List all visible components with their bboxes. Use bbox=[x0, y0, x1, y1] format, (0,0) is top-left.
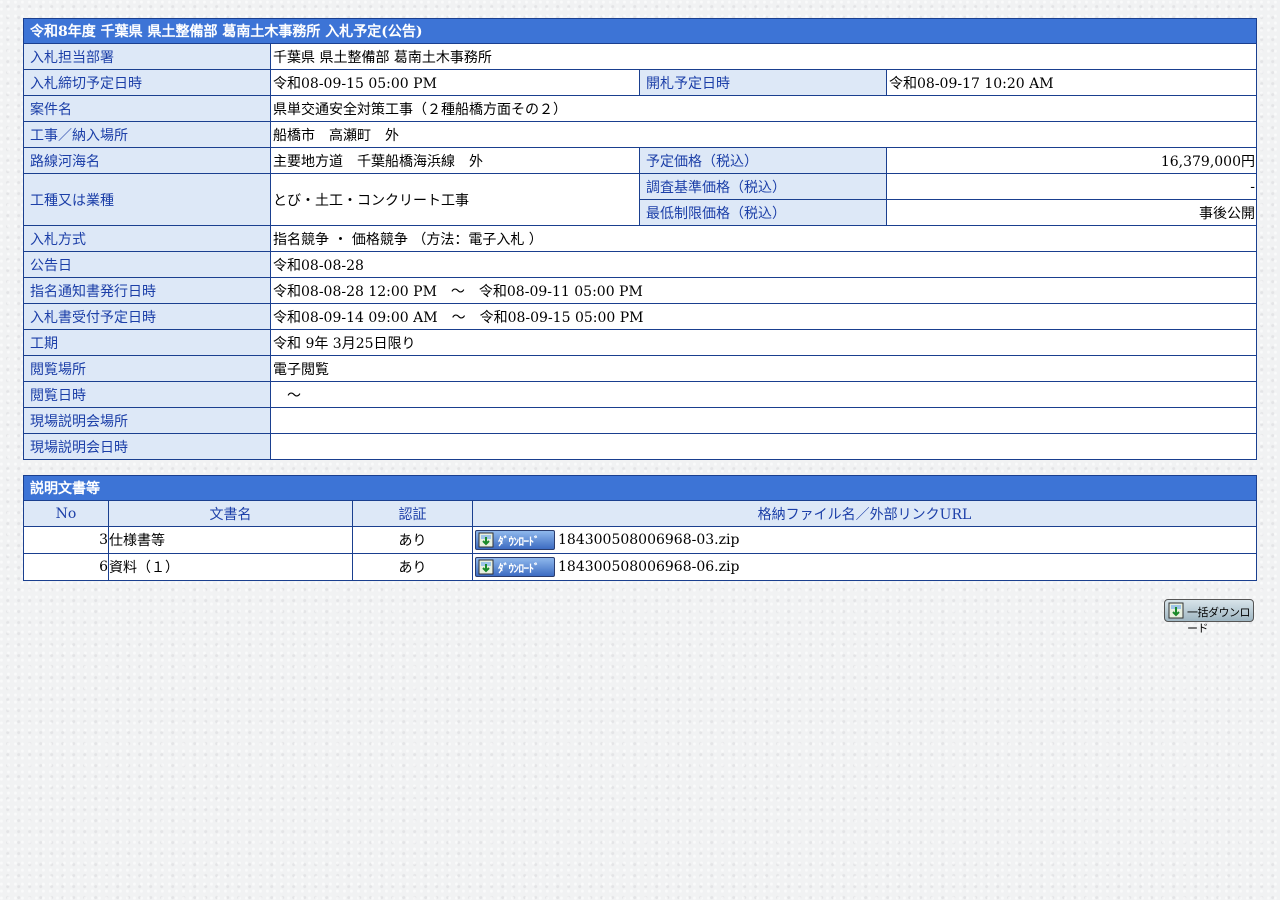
download-icon bbox=[478, 559, 494, 575]
doc-no: 3 bbox=[23, 526, 109, 554]
doc-file-name: 184300508006968-06.zip bbox=[558, 559, 740, 575]
location-value: 船橋市 高瀬町 外 bbox=[270, 121, 1257, 148]
project-name-value: 県単交通安全対策工事（２種船橋方面その２） bbox=[270, 95, 1257, 122]
download-button[interactable]: ﾀﾞｳﾝﾛｰﾄﾞ bbox=[475, 530, 555, 550]
doc-auth: あり bbox=[352, 526, 473, 554]
col-header-auth: 認証 bbox=[352, 500, 473, 527]
bid-method-label: 入札方式 bbox=[23, 225, 271, 252]
doc-file-cell: ﾀﾞｳﾝﾛｰﾄﾞ 184300508006968-06.zip bbox=[472, 553, 1257, 581]
construction-period-value: 令和 9年 3月25日限り bbox=[270, 329, 1257, 356]
table-row: 3 仕様書等 あり ﾀﾞｳﾝﾛｰﾄﾞ 184300508006968-03.zi… bbox=[23, 526, 1257, 554]
doc-auth: あり bbox=[352, 553, 473, 581]
download-icon bbox=[478, 532, 494, 548]
doc-name: 資料（１） bbox=[108, 553, 353, 581]
documents-title: 説明文書等 bbox=[23, 475, 1257, 501]
deadline-label: 入札締切予定日時 bbox=[23, 69, 271, 96]
designation-period-value: 令和08-08-28 12:00 PM ～ 令和08-09-11 05:00 P… bbox=[270, 277, 1257, 304]
work-type-value: とび・土工・コンクリート工事 bbox=[270, 173, 640, 226]
col-header-name: 文書名 bbox=[108, 500, 353, 527]
department-value: 千葉県 県土整備部 葛南土木事務所 bbox=[270, 43, 1257, 70]
viewing-place-value: 電子閲覧 bbox=[270, 355, 1257, 382]
doc-file-name: 184300508006968-03.zip bbox=[558, 532, 740, 548]
estimated-price-value: 16,379,000円 bbox=[886, 147, 1257, 174]
min-price-label: 最低制限価格（税込） bbox=[639, 199, 887, 226]
doc-name: 仕様書等 bbox=[108, 526, 353, 554]
designation-period-label: 指名通知書発行日時 bbox=[23, 277, 271, 304]
survey-price-value: - bbox=[886, 173, 1257, 200]
viewing-place-label: 閲覧場所 bbox=[23, 355, 271, 382]
notice-title: 令和8年度 千葉県 県土整備部 葛南土木事務所 入札予定(公告) bbox=[23, 18, 1257, 44]
briefing-place-label: 現場説明会場所 bbox=[23, 407, 271, 434]
project-name-label: 案件名 bbox=[23, 95, 271, 122]
opening-value: 令和08-09-17 10:20 AM bbox=[886, 69, 1257, 96]
deadline-value: 令和08-09-15 05:00 PM bbox=[270, 69, 640, 96]
survey-price-label: 調査基準価格（税込） bbox=[639, 173, 887, 200]
col-header-file: 格納ファイル名／外部リンクURL bbox=[472, 500, 1257, 527]
col-header-no: No bbox=[23, 500, 109, 527]
announce-date-label: 公告日 bbox=[23, 251, 271, 278]
download-icon bbox=[1168, 602, 1184, 619]
min-price-value: 事後公開 bbox=[886, 199, 1257, 226]
table-row: 6 資料（１） あり ﾀﾞｳﾝﾛｰﾄﾞ 184300508006968-06.z… bbox=[23, 553, 1257, 581]
bulk-download-button[interactable]: 一括ダウンロード bbox=[1164, 599, 1254, 635]
viewing-datetime-label: 閲覧日時 bbox=[23, 381, 271, 408]
department-label: 入札担当部署 bbox=[23, 43, 271, 70]
construction-period-label: 工期 bbox=[23, 329, 271, 356]
estimated-price-label: 予定価格（税込） bbox=[639, 147, 887, 174]
download-button[interactable]: ﾀﾞｳﾝﾛｰﾄﾞ bbox=[475, 557, 555, 577]
announce-date-value: 令和08-08-28 bbox=[270, 251, 1257, 278]
viewing-datetime-value: ～ bbox=[270, 381, 1257, 408]
route-label: 路線河海名 bbox=[23, 147, 271, 174]
route-value: 主要地方道 千葉船橋海浜線 外 bbox=[270, 147, 640, 174]
download-label: ﾀﾞｳﾝﾛｰﾄﾞ bbox=[498, 562, 540, 575]
receipt-period-label: 入札書受付予定日時 bbox=[23, 303, 271, 330]
documents-table: 説明文書等 No 文書名 認証 格納ファイル名／外部リンクURL 3 仕様書等 … bbox=[23, 475, 1257, 581]
opening-label: 開札予定日時 bbox=[639, 69, 887, 96]
bid-method-value: 指名競争 ・ 価格競争 （方法：電子入札 ） bbox=[270, 225, 1257, 252]
doc-no: 6 bbox=[23, 553, 109, 581]
bulk-download-label: 一括ダウンロード bbox=[1187, 606, 1251, 635]
work-type-label: 工種又は業種 bbox=[23, 173, 271, 226]
receipt-period-value: 令和08-09-14 09:00 AM ～ 令和08-09-15 05:00 P… bbox=[270, 303, 1257, 330]
briefing-datetime-label: 現場説明会日時 bbox=[23, 433, 271, 460]
notice-table: 令和8年度 千葉県 県土整備部 葛南土木事務所 入札予定(公告) 入札担当部署 … bbox=[23, 18, 1257, 460]
doc-file-cell: ﾀﾞｳﾝﾛｰﾄﾞ 184300508006968-03.zip bbox=[472, 526, 1257, 554]
location-label: 工事／納入場所 bbox=[23, 121, 271, 148]
briefing-place-value bbox=[270, 407, 1257, 434]
download-label: ﾀﾞｳﾝﾛｰﾄﾞ bbox=[498, 535, 540, 548]
briefing-datetime-value bbox=[270, 433, 1257, 460]
